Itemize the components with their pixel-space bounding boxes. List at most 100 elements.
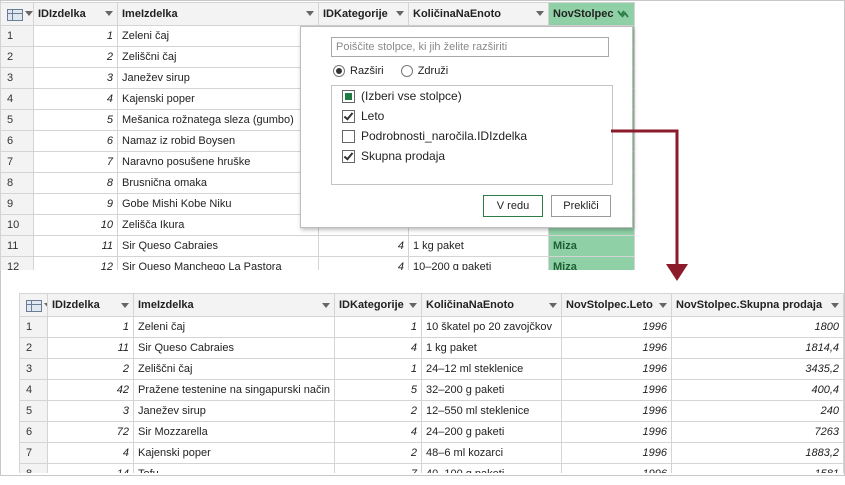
row-number[interactable]: 10 bbox=[1, 215, 34, 236]
column-header-novstolpec[interactable]: NovStolpec bbox=[549, 3, 635, 26]
radio-aggregate[interactable]: Združi bbox=[400, 65, 448, 77]
cell-novstolpec-leto[interactable]: 1996 bbox=[562, 380, 672, 401]
cell-imeizdelka[interactable]: Brusnična omaka bbox=[118, 173, 319, 194]
filter-dropdown-icon[interactable] bbox=[306, 11, 314, 16]
cell-imeizdelka[interactable]: Kajenski poper bbox=[118, 89, 319, 110]
cell-idizdelka[interactable]: 3 bbox=[34, 68, 118, 89]
cell-idizdelka[interactable]: 10 bbox=[34, 215, 118, 236]
row-number[interactable]: 5 bbox=[20, 401, 48, 422]
cell-idkategorije[interactable]: 1 bbox=[335, 317, 422, 338]
cancel-button[interactable]: Prekliči bbox=[551, 195, 611, 217]
filter-dropdown-icon[interactable] bbox=[536, 11, 544, 16]
row-number[interactable]: 7 bbox=[1, 152, 34, 173]
checkbox-select-all[interactable]: (Izberi vse stolpce) bbox=[332, 86, 612, 106]
cell-kolicinanaenoto[interactable]: 32–200 g paketi bbox=[422, 380, 562, 401]
cell-idkategorije[interactable]: 2 bbox=[335, 443, 422, 464]
cell-idizdelka[interactable]: 3 bbox=[48, 401, 134, 422]
cell-novstolpec-skupna-prodaja[interactable]: 400,4 bbox=[672, 380, 844, 401]
cell-novstolpec-skupna-prodaja[interactable]: 240 bbox=[672, 401, 844, 422]
cell-idizdelka[interactable]: 11 bbox=[48, 338, 134, 359]
cell-novstolpec-skupna-prodaja[interactable]: 3435,2 bbox=[672, 359, 844, 380]
cell-idizdelka[interactable]: 4 bbox=[48, 443, 134, 464]
filter-dropdown-icon[interactable] bbox=[121, 303, 129, 308]
cell-novstolpec-skupna-prodaja[interactable]: 1883,2 bbox=[672, 443, 844, 464]
column-header-idizdelka[interactable]: IDIzdelka bbox=[48, 294, 134, 317]
cell-idizdelka[interactable]: 8 bbox=[34, 173, 118, 194]
row-number[interactable]: 1 bbox=[20, 317, 48, 338]
table-row[interactable]: 2 11 Sir Queso Cabraies 4 1 kg paket 1996 1814… bbox=[20, 338, 844, 359]
cell-idizdelka[interactable]: 5 bbox=[34, 110, 118, 131]
row-number[interactable]: 7 bbox=[20, 443, 48, 464]
cell-kolicinanaenoto[interactable]: 1 kg paket bbox=[422, 338, 562, 359]
cell-novstolpec-skupna-prodaja[interactable]: 7263 bbox=[672, 422, 844, 443]
cell-kolicinanaenoto[interactable]: 24–200 g paketi bbox=[422, 422, 562, 443]
column-header-imeizdelka[interactable]: ImeIzdelka bbox=[134, 294, 335, 317]
cell-novstolpec-leto[interactable]: 1996 bbox=[562, 422, 672, 443]
cell-novstolpec-leto[interactable]: 1996 bbox=[562, 359, 672, 380]
cell-novstolpec-skupna-prodaja[interactable]: 1814,4 bbox=[672, 338, 844, 359]
cell-idizdelka[interactable]: 6 bbox=[34, 131, 118, 152]
cell-idizdelka[interactable]: 72 bbox=[48, 422, 134, 443]
cell-idizdelka[interactable]: 7 bbox=[34, 152, 118, 173]
row-number[interactable]: 11 bbox=[1, 236, 34, 257]
cell-imeizdelka[interactable]: Zeleni čaj bbox=[118, 26, 319, 47]
column-header-idkategorije[interactable]: IDKategorije bbox=[319, 3, 409, 26]
cell-imeizdelka[interactable]: Mešanica rožnatega sleza (gumbo) bbox=[118, 110, 319, 131]
cell-idkategorije[interactable]: 5 bbox=[335, 380, 422, 401]
cell-kolicinanaenoto[interactable]: 1 kg paket bbox=[409, 236, 549, 257]
cell-idizdelka[interactable]: 11 bbox=[34, 236, 118, 257]
cell-idizdelka[interactable]: 1 bbox=[48, 317, 134, 338]
table-menu-button[interactable] bbox=[20, 294, 48, 317]
cell-imeizdelka[interactable]: Sir Queso Cabraies bbox=[134, 338, 335, 359]
cell-imeizdelka[interactable]: Naravno posušene hruške bbox=[118, 152, 319, 173]
cell-imeizdelka[interactable]: Sir Mozzarella bbox=[134, 422, 335, 443]
cell-imeizdelka[interactable]: Janežev sirup bbox=[118, 68, 319, 89]
cell-idkategorije[interactable]: 2 bbox=[335, 401, 422, 422]
cell-idkategorije[interactable]: 4 bbox=[335, 338, 422, 359]
row-number[interactable]: 5 bbox=[1, 110, 34, 131]
cell-novstolpec-skupna-prodaja[interactable]: 1800 bbox=[672, 317, 844, 338]
row-number[interactable]: 3 bbox=[20, 359, 48, 380]
cell-imeizdelka[interactable]: Pražene testenine na singapurski način bbox=[134, 380, 335, 401]
cell-imeizdelka[interactable]: Zeliščni čaj bbox=[134, 359, 335, 380]
row-number[interactable]: 4 bbox=[1, 89, 34, 110]
row-number[interactable]: 2 bbox=[20, 338, 48, 359]
cell-kolicinanaenoto[interactable]: 24–12 ml steklenice bbox=[422, 359, 562, 380]
column-header-novstolpec-leto[interactable]: NovStolpec.Leto bbox=[562, 294, 672, 317]
table-row[interactable]: 1 1 Zeleni čaj 1 10 škatel po 20 zavojčkov 19… bbox=[20, 317, 844, 338]
cell-imeizdelka[interactable]: Gobe Mishi Kobe Niku bbox=[118, 194, 319, 215]
row-number[interactable]: 9 bbox=[1, 194, 34, 215]
column-header-kolicinanaenoto[interactable]: KoličinaNaEnoto bbox=[409, 3, 549, 26]
table-row[interactable]: 6 72 Sir Mozzarella 4 24–200 g paketi 1996 726… bbox=[20, 422, 844, 443]
cell-imeizdelka[interactable]: Janežev sirup bbox=[134, 401, 335, 422]
cell-novstolpec-leto[interactable]: 1996 bbox=[562, 401, 672, 422]
filter-dropdown-icon[interactable] bbox=[105, 11, 113, 16]
cell-idizdelka[interactable]: 4 bbox=[34, 89, 118, 110]
expand-columns-icon[interactable] bbox=[617, 9, 629, 19]
filter-dropdown-icon[interactable] bbox=[549, 303, 557, 308]
table-row[interactable]: 11 11 Sir Queso Cabraies 4 1 kg paket Miza bbox=[1, 236, 635, 257]
checkbox-leto[interactable]: Leto bbox=[332, 106, 612, 126]
cell-imeizdelka[interactable]: Sir Queso Cabraies bbox=[118, 236, 319, 257]
cell-idizdelka[interactable]: 42 bbox=[48, 380, 134, 401]
column-search-input[interactable] bbox=[331, 37, 609, 57]
table-row[interactable]: 5 3 Janežev sirup 2 12–550 ml steklenice 1996… bbox=[20, 401, 844, 422]
cell-idizdelka[interactable]: 2 bbox=[34, 47, 118, 68]
cell-idkategorije[interactable]: 4 bbox=[335, 422, 422, 443]
cell-novstolpec-leto[interactable]: 1996 bbox=[562, 317, 672, 338]
cell-imeizdelka[interactable]: Kajenski poper bbox=[134, 443, 335, 464]
cell-idizdelka[interactable]: 9 bbox=[34, 194, 118, 215]
column-header-idizdelka[interactable]: IDIzdelka bbox=[34, 3, 118, 26]
row-number[interactable]: 6 bbox=[20, 422, 48, 443]
cell-kolicinanaenoto[interactable]: 12–550 ml steklenice bbox=[422, 401, 562, 422]
row-number[interactable]: 3 bbox=[1, 68, 34, 89]
table-row[interactable]: 4 42 Pražene testenine na singapurski nači… bbox=[20, 380, 844, 401]
cell-idkategorije[interactable]: 1 bbox=[335, 359, 422, 380]
cell-imeizdelka[interactable]: Zeleni čaj bbox=[134, 317, 335, 338]
filter-dropdown-icon[interactable] bbox=[831, 303, 839, 308]
cell-imeizdelka[interactable]: Zelišča Ikura bbox=[118, 215, 319, 236]
cell-imeizdelka[interactable]: Zeliščni čaj bbox=[118, 47, 319, 68]
radio-expand[interactable]: Razširi bbox=[333, 65, 384, 77]
cell-imeizdelka[interactable]: Namaz iz robid Boysen bbox=[118, 131, 319, 152]
filter-dropdown-icon[interactable] bbox=[659, 303, 667, 308]
